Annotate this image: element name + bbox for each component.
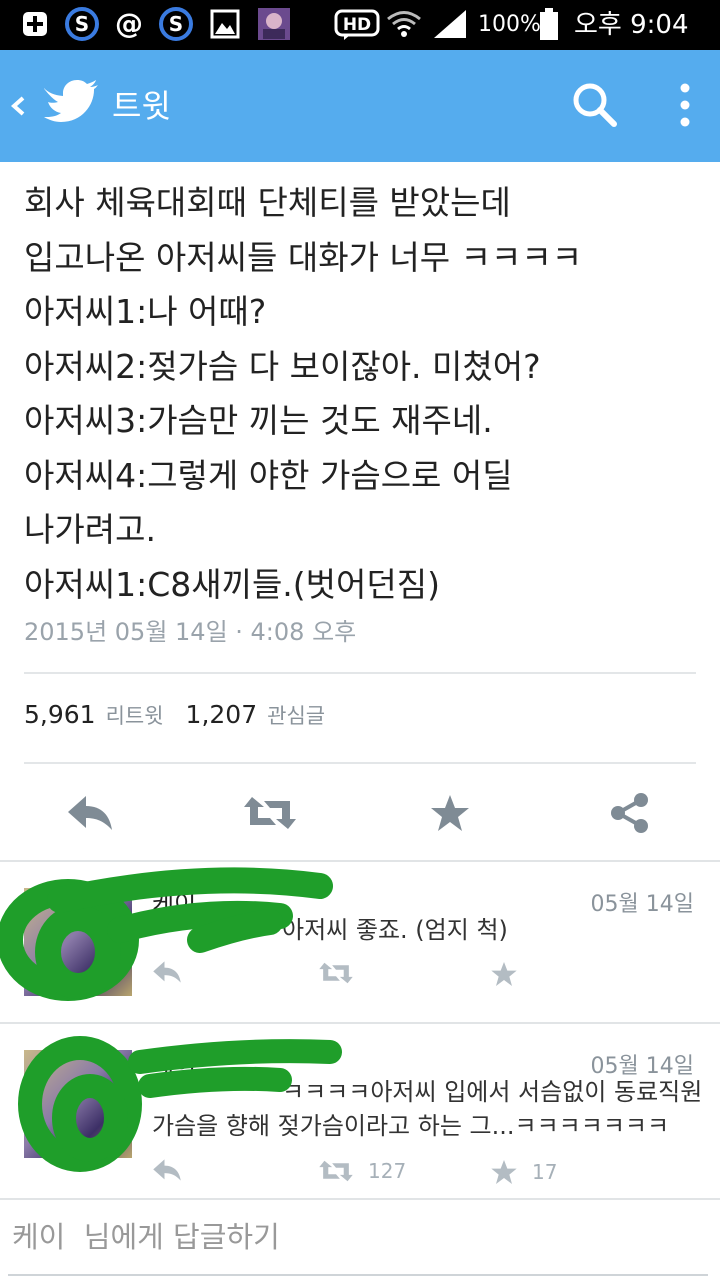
- tweet-line: 아저씨2:젖가슴 다 보이잖아. 미쳤어?: [24, 346, 541, 386]
- share-button[interactable]: [600, 788, 660, 838]
- at-sign-icon: @: [112, 7, 146, 41]
- gallery-icon: [208, 7, 242, 41]
- tweet-timestamp: 2015년 05월 14일 · 4:08 오후: [24, 618, 357, 646]
- app-thumbnail-icon: [256, 7, 292, 41]
- twitter-bird-icon: [41, 80, 100, 132]
- reply-text: 가슴을 향해 젖가슴이라고 하는 그...ㅋㅋㅋㅋㅋㅋㅋ: [152, 1112, 670, 1140]
- retweet-icon: [319, 962, 353, 984]
- tweet-line: 나가려고.: [24, 510, 156, 549]
- star-icon: [491, 962, 517, 986]
- reply-item[interactable]: 케이 05월 14일 ㅋㅋㅋㅋ아저씨 입에서 서슴없이 동료직원 가슴을 향해 …: [0, 1022, 720, 1198]
- reply-favorite-count: 17: [532, 1160, 558, 1184]
- s-app-icon-2: S: [158, 7, 194, 41]
- reply-reply-button[interactable]: [152, 1158, 182, 1182]
- retweet-label[interactable]: 리트윗: [106, 704, 164, 728]
- clock: 오후 9:04: [574, 10, 689, 40]
- divider: [24, 672, 696, 674]
- more-options-button[interactable]: [668, 80, 702, 130]
- retweet-icon: [244, 797, 296, 829]
- tweet-line: 회사 체육대회때 단체티를 받았는데: [24, 183, 511, 222]
- reply-compose: [0, 1200, 720, 1280]
- add-notification-icon: [20, 7, 50, 41]
- reply-favorite-button[interactable]: 17: [490, 1158, 557, 1186]
- wifi-icon: [384, 7, 424, 41]
- svg-text:@: @: [115, 8, 143, 40]
- page-title: 트윗: [112, 87, 171, 125]
- app-bar: 트윗: [0, 50, 720, 162]
- search-button[interactable]: [570, 80, 620, 130]
- reply-author[interactable]: 케이: [152, 1044, 196, 1079]
- tweet-line: 아저씨1:C8새끼들.(벗어던짐): [24, 564, 440, 604]
- hd-label: HD: [343, 15, 371, 35]
- hd-voice-icon: HD: [334, 7, 380, 41]
- star-icon: [431, 795, 469, 831]
- tweet-line: 아저씨4:그렇게 야한 가슴으로 어딜: [24, 455, 513, 495]
- retweet-icon: [319, 1160, 353, 1182]
- reply-text: 아저씨 좋죠. (엄지 척): [282, 916, 508, 944]
- reply-input[interactable]: [10, 1212, 704, 1262]
- favorite-button[interactable]: [420, 788, 480, 838]
- svg-text:S: S: [169, 12, 183, 36]
- svg-text:S: S: [75, 12, 89, 36]
- avatar[interactable]: [24, 1050, 132, 1158]
- reply-author[interactable]: 케이: [152, 884, 196, 919]
- reply-icon: [153, 1159, 181, 1181]
- reply-retweet-count: 127: [368, 1159, 407, 1183]
- reply-button[interactable]: [60, 788, 120, 838]
- tweet-line: 아저씨3:가슴만 끼는 것도 재주네.: [24, 401, 493, 440]
- reply-icon: [153, 961, 181, 983]
- input-underline: [8, 1274, 708, 1276]
- search-icon: [573, 83, 617, 127]
- retweet-button[interactable]: [240, 788, 300, 838]
- reply-favorite-button[interactable]: [490, 960, 532, 988]
- battery-percent: 100%: [478, 12, 541, 37]
- chevron-left-icon: [10, 96, 25, 116]
- star-icon: [491, 1160, 517, 1184]
- reply-item[interactable]: 케이 05월 14일 아저씨 좋죠. (엄지 척): [0, 860, 720, 1022]
- reply-retweet-button[interactable]: 127: [318, 1158, 406, 1184]
- avatar[interactable]: [24, 888, 132, 996]
- reply-reply-button[interactable]: [152, 960, 182, 984]
- s-app-icon: S: [64, 7, 100, 41]
- favorite-label[interactable]: 관심글: [267, 704, 325, 728]
- reply-date: 05월 14일: [590, 892, 694, 917]
- reply-text: ㅋㅋㅋㅋ아저씨 입에서 서슴없이 동료직원: [282, 1078, 703, 1106]
- battery-icon: [538, 7, 560, 41]
- tweet-line: 입고나온 아저씨들 대화가 너무 ㅋㅋㅋㅋ: [24, 237, 583, 277]
- tweet-text: 회사 체육대회때 단체티를 받았는데 입고나온 아저씨들 대화가 너무 ㅋㅋㅋㅋ…: [24, 176, 704, 612]
- reply-retweet-button[interactable]: [318, 960, 368, 986]
- share-icon: [611, 793, 648, 833]
- tweet-line: 아저씨1:나 어때?: [24, 292, 267, 331]
- signal-icon: [430, 7, 470, 41]
- back-button[interactable]: [8, 86, 32, 126]
- divider: [24, 762, 696, 764]
- favorite-count[interactable]: 1,207: [186, 700, 258, 729]
- tweet-stats: 5,961 리트윗 1,207 관심글: [24, 700, 347, 730]
- more-vert-icon: [680, 83, 690, 127]
- reply-icon: [68, 796, 112, 830]
- status-bar: S @ S HD 100% 오후 9:04: [0, 0, 720, 50]
- retweet-count[interactable]: 5,961: [24, 700, 96, 729]
